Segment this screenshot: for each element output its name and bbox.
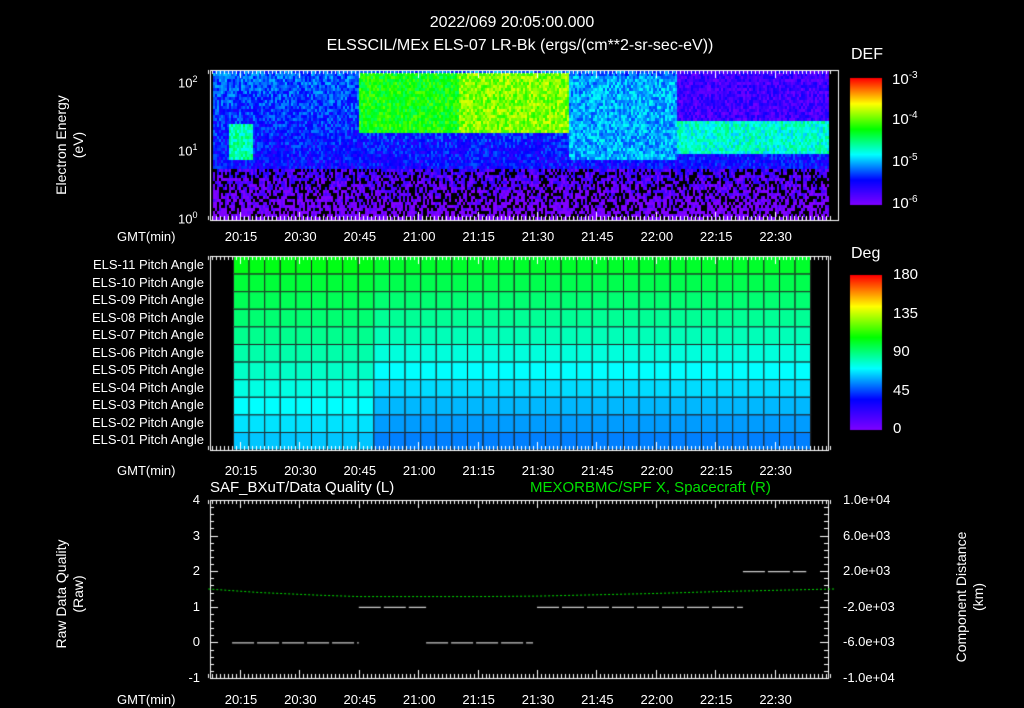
- distance-tick: -2.0e+03: [843, 598, 895, 614]
- quality-tick: 3: [192, 527, 200, 543]
- time-tick-label: 21:15: [462, 692, 495, 707]
- distance-tick: -1.0e+04: [843, 670, 895, 685]
- time-tick-label: 22:00: [640, 692, 674, 707]
- plot-title: 2022/069 20:05:00.000: [429, 14, 595, 31]
- time-tick-label: 21:00: [402, 463, 436, 478]
- time-tick-label: 21:00: [402, 692, 436, 707]
- time-tick-label: 20:45: [343, 463, 377, 478]
- time-tick-label: 20:30: [284, 229, 317, 244]
- time-tick-label: 22:30: [759, 229, 792, 244]
- time-tick-label: 21:30: [521, 692, 555, 707]
- distance-tick: 1.0e+04: [843, 492, 891, 507]
- pitch-row-label: ELS-07 Pitch Angle: [91, 327, 204, 342]
- time-axis-label: GMT(min): [117, 463, 176, 478]
- distance-axis-label: Component Distance (km): [953, 531, 986, 663]
- time-tick-label: 22:15: [699, 463, 733, 478]
- left-series-title: SAF_BXuT/Data Quality (L): [210, 479, 395, 496]
- time-tick-label: 20:45: [343, 229, 377, 244]
- ytick-1: 100: [178, 210, 198, 227]
- pitch-row-label: ELS-11 Pitch Angle: [92, 257, 204, 272]
- time-tick-label: 21:45: [581, 692, 614, 707]
- pitch-row-label: ELS-01 Pitch Angle: [91, 432, 204, 447]
- distance-tick: 2.0e+03: [843, 563, 891, 579]
- time-tick-label: 20:30: [284, 692, 317, 707]
- time-tick-label: 21:15: [462, 229, 495, 244]
- colorbar-def-tick: 10-4: [892, 110, 918, 128]
- time-axis-label: GMT(min): [117, 229, 176, 244]
- colorbar-def-tick: 10-5: [892, 152, 918, 170]
- time-tick-label: 20:15: [224, 463, 258, 478]
- time-tick-label: 20:15: [224, 229, 258, 244]
- time-tick-label: 22:15: [699, 229, 733, 244]
- colorbar-def-label: DEF: [851, 46, 883, 63]
- pitch-row-label: ELS-10 Pitch Angle: [91, 274, 204, 290]
- energy-axis-label: Electron Energy (eV): [53, 95, 86, 195]
- quality-tick: 1: [192, 598, 200, 614]
- quality-tick: 0: [192, 634, 200, 650]
- quality-tick: 2: [192, 563, 200, 579]
- time-tick-label: 22:00: [640, 229, 674, 244]
- time-tick-label: 21:15: [462, 463, 495, 478]
- time-tick-label: 21:45: [581, 463, 614, 478]
- pitch-row-label: ELS-06 Pitch Angle: [91, 344, 204, 360]
- pitch-row-label: ELS-08 Pitch Angle: [91, 309, 204, 325]
- time-tick-label: 21:00: [402, 229, 436, 244]
- quality-tick: 4: [192, 492, 200, 507]
- time-tick-label: 22:15: [699, 692, 733, 707]
- quality-tick: -1: [188, 670, 200, 685]
- pitch-row-label: ELS-02 Pitch Angle: [91, 414, 204, 430]
- ytick-100: 102: [178, 74, 198, 91]
- time-tick-label: 21:45: [581, 229, 614, 244]
- time-tick-label: 20:30: [284, 463, 317, 478]
- time-tick-label: 21:30: [521, 229, 555, 244]
- pitch-row-label: ELS-09 Pitch Angle: [91, 292, 204, 307]
- colorbar-deg-tick: 180: [893, 266, 919, 283]
- time-tick-label: 22:30: [759, 692, 792, 707]
- distance-tick: -6.0e+03: [843, 634, 895, 650]
- right-series-title: MEXORBMC/SPF X, Spacecraft (R): [530, 479, 771, 496]
- time-tick-label: 20:45: [343, 692, 377, 707]
- time-tick-label: 22:30: [759, 463, 792, 478]
- quality-axis-label: Raw Data Quality (Raw): [53, 539, 86, 649]
- time-tick-label: 20:15: [224, 692, 258, 707]
- pitch-row-label: ELS-04 Pitch Angle: [91, 379, 204, 395]
- colorbar-deg-tick: 90: [893, 343, 910, 360]
- colorbar-deg-label: Deg: [851, 245, 881, 262]
- colorbar-def-tick: 10-6: [892, 194, 918, 212]
- colorbar-def-tick: 10-3: [892, 70, 918, 88]
- time-tick-label: 21:30: [521, 463, 555, 478]
- colorbar-deg-tick: 45: [893, 382, 910, 399]
- pitch-row-label: ELS-03 Pitch Angle: [91, 397, 204, 412]
- colorbar-deg-tick: 135: [893, 305, 919, 322]
- distance-tick: 6.0e+03: [843, 527, 891, 543]
- time-axis-label: GMT(min): [117, 692, 176, 707]
- pitch-row-label: ELS-05 Pitch Angle: [91, 362, 204, 377]
- colorbar-deg-tick: 0: [893, 420, 902, 437]
- time-tick-label: 22:00: [640, 463, 674, 478]
- ytick-10: 101: [178, 142, 198, 159]
